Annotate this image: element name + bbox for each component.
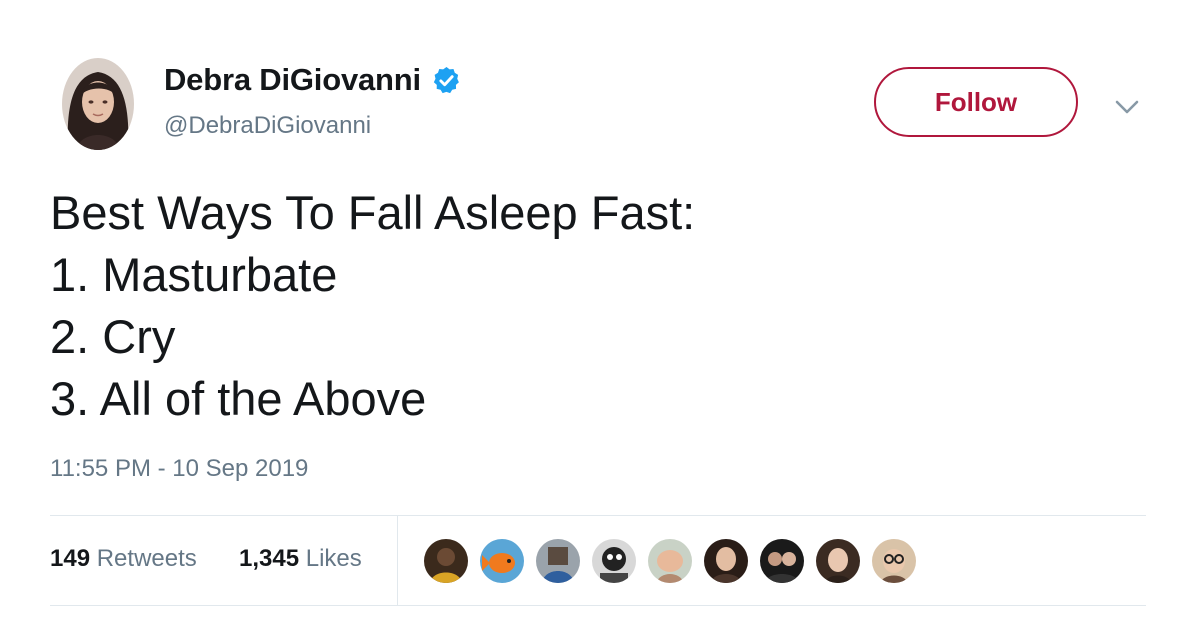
liker-avatar-7[interactable] [758,537,806,585]
liker-avatar-9[interactable] [870,537,918,585]
liker-avatar-4[interactable] [590,537,638,585]
tweet-line: 3. All of the Above [50,372,427,425]
likes-count: 1,345 [239,545,300,572]
liker-avatar-2[interactable] [478,537,526,585]
tweet-line: 2. Cry [50,310,176,363]
author-name-text: Debra DiGiovanni [164,62,421,97]
liker-avatar-1[interactable] [422,537,470,585]
verified-badge-icon [431,65,462,96]
tweet-timestamp[interactable]: 11:55 PM - 10 Sep 2019 [50,455,308,483]
retweets-count: 149 [50,545,91,572]
divider [50,515,1146,516]
author-avatar[interactable] [62,58,134,150]
divider [50,605,1146,606]
liker-avatar-5[interactable] [646,537,694,585]
liker-avatar-8[interactable] [814,537,862,585]
liker-avatar-6[interactable] [702,537,750,585]
retweets-label: Retweets [96,545,197,572]
liker-avatar-3[interactable] [534,537,582,585]
tweet-card: Debra DiGiovanni @DebraDiGiovanni Follow… [0,0,1200,628]
follow-button[interactable]: Follow [874,67,1078,137]
author-name[interactable]: Debra DiGiovanni [164,62,462,98]
tweet-line: 1. Masturbate [50,248,338,301]
likes-label: Likes [305,545,362,572]
chevron-down-icon[interactable] [1112,92,1142,122]
retweets-stat[interactable]: 149 Retweets [50,545,197,573]
stats-separator [397,516,398,605]
author-handle[interactable]: @DebraDiGiovanni [164,112,371,140]
likes-stat[interactable]: 1,345 Likes [239,545,362,573]
tweet-text: Best Ways To Fall Asleep Fast: 1. Mastur… [50,182,695,430]
tweet-line: Best Ways To Fall Asleep Fast: [50,186,696,239]
